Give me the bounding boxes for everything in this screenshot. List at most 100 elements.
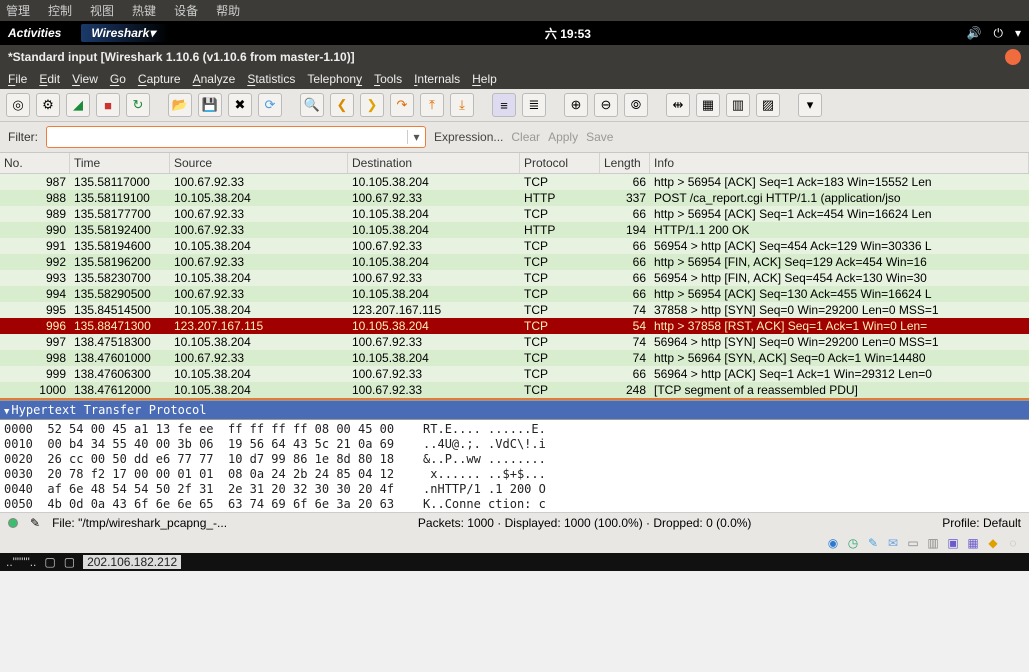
start-capture-button[interactable]: ◢ xyxy=(66,93,90,117)
options-button[interactable]: ⚙ xyxy=(36,93,60,117)
coloring-rules-button[interactable]: ▨ xyxy=(756,93,780,117)
app-indicator[interactable]: Wireshark▾ xyxy=(81,24,169,42)
col-destination[interactable]: Destination xyxy=(348,153,520,173)
menu-edit[interactable]: Edit xyxy=(39,72,60,86)
menu-telephony[interactable]: Telephony xyxy=(307,72,362,86)
toolbar-overflow[interactable]: ▾ xyxy=(798,93,822,117)
menu-help[interactable]: Help xyxy=(472,72,497,86)
zoom-in-button[interactable]: ⊕ xyxy=(564,93,588,117)
packet-details-protocol[interactable]: Hypertext Transfer Protocol xyxy=(0,400,1029,420)
col-length[interactable]: Length xyxy=(600,153,650,173)
zoom-out-button[interactable]: ⊖ xyxy=(594,93,618,117)
tray-icon[interactable]: ◌ xyxy=(1005,535,1021,551)
tray-icon[interactable]: ✎ xyxy=(865,535,881,551)
filter-dropdown-icon[interactable]: ▾ xyxy=(407,130,425,144)
menu-tools[interactable]: Tools xyxy=(374,72,402,86)
col-source[interactable]: Source xyxy=(170,153,348,173)
packet-row[interactable]: 994135.58290500100.67.92.3310.105.38.204… xyxy=(0,286,1029,302)
packet-row[interactable]: 997138.4751830010.105.38.204100.67.92.33… xyxy=(0,334,1029,350)
tray-icon[interactable]: ▣ xyxy=(945,535,961,551)
packet-row[interactable]: 989135.58177700100.67.92.3310.105.38.204… xyxy=(0,206,1029,222)
packet-row[interactable]: 990135.58192400100.67.92.3310.105.38.204… xyxy=(0,222,1029,238)
menu-capture[interactable]: Capture xyxy=(138,72,181,86)
packet-bytes-pane[interactable]: 0000 52 54 00 45 a1 13 fe ee ff ff ff ff… xyxy=(0,420,1029,512)
close-file-button[interactable]: ✖ xyxy=(228,93,252,117)
find-button[interactable]: 🔍 xyxy=(300,93,324,117)
col-protocol[interactable]: Protocol xyxy=(520,153,600,173)
clear-button[interactable]: Clear xyxy=(511,130,540,144)
go-last-button[interactable]: ⤓ xyxy=(450,93,474,117)
resize-columns-button[interactable]: ⇹ xyxy=(666,93,690,117)
host-menu-item[interactable]: 视图 xyxy=(90,2,114,19)
status-profile[interactable]: Profile: Default xyxy=(942,516,1021,530)
system-menu-chevron-icon[interactable]: ▾ xyxy=(1015,26,1021,40)
filter-input[interactable] xyxy=(47,128,407,146)
packet-row[interactable]: 992135.58196200100.67.92.3310.105.38.204… xyxy=(0,254,1029,270)
tray-icon[interactable]: ◉ xyxy=(825,535,841,551)
packet-row[interactable]: 995135.8451450010.105.38.204123.207.167.… xyxy=(0,302,1029,318)
autoscroll-button[interactable]: ≣ xyxy=(522,93,546,117)
col-time[interactable]: Time xyxy=(70,153,170,173)
tray-icon[interactable]: ✉ xyxy=(885,535,901,551)
reload-button[interactable]: ⟳ xyxy=(258,93,282,117)
expert-info-led-icon[interactable] xyxy=(8,518,18,528)
menu-statistics[interactable]: Statistics xyxy=(247,72,295,86)
menu-internals[interactable]: Internals xyxy=(414,72,460,86)
sound-icon[interactable]: 🔊 xyxy=(967,26,982,40)
apply-button[interactable]: Apply xyxy=(548,130,578,144)
packet-row[interactable]: 991135.5819460010.105.38.204100.67.92.33… xyxy=(0,238,1029,254)
packet-row[interactable]: 1000138.4761200010.105.38.204100.67.92.3… xyxy=(0,382,1029,398)
packet-row[interactable]: 996135.88471300123.207.167.11510.105.38.… xyxy=(0,318,1029,334)
host-menu-item[interactable]: 帮助 xyxy=(216,2,240,19)
packet-row[interactable]: 998138.47601000100.67.92.3310.105.38.204… xyxy=(0,350,1029,366)
tray-icon[interactable]: ▭ xyxy=(905,535,921,551)
tray-icon[interactable]: ◆ xyxy=(985,535,1001,551)
packet-row[interactable]: 987135.58117000100.67.92.3310.105.38.204… xyxy=(0,174,1029,190)
display-filters-button[interactable]: ▥ xyxy=(726,93,750,117)
tray-icon[interactable]: ▥ xyxy=(925,535,941,551)
packet-row[interactable]: 988135.5811910010.105.38.204100.67.92.33… xyxy=(0,190,1029,206)
taskbar-dots: .."""".. xyxy=(6,555,36,569)
expression-button[interactable]: Expression... xyxy=(434,130,503,144)
host-menu-item[interactable]: 控制 xyxy=(48,2,72,19)
packet-row[interactable]: 993135.5823070010.105.38.204100.67.92.33… xyxy=(0,270,1029,286)
interfaces-button[interactable]: ◎ xyxy=(6,93,30,117)
host-menu-item[interactable]: 管理 xyxy=(6,2,30,19)
activities-button[interactable]: Activities xyxy=(8,26,61,40)
edit-icon[interactable]: ✎ xyxy=(30,516,40,530)
host-menu-item[interactable]: 设备 xyxy=(174,2,198,19)
col-info[interactable]: Info xyxy=(650,153,1029,173)
packet-row[interactable]: 999138.4760630010.105.38.204100.67.92.33… xyxy=(0,366,1029,382)
menu-analyze[interactable]: Analyze xyxy=(193,72,236,86)
save-filter-button[interactable]: Save xyxy=(586,130,613,144)
zoom-reset-button[interactable]: ⦾ xyxy=(624,93,648,117)
taskbar-ip[interactable]: 202.106.182.212 xyxy=(83,555,181,569)
restart-capture-button[interactable]: ↻ xyxy=(126,93,150,117)
menu-file[interactable]: File xyxy=(8,72,27,86)
tray-icon[interactable]: ◷ xyxy=(845,535,861,551)
go-first-button[interactable]: ⤒ xyxy=(420,93,444,117)
jump-button[interactable]: ↷ xyxy=(390,93,414,117)
app-menubar: File Edit View Go Capture Analyze Statis… xyxy=(0,69,1029,89)
open-file-button[interactable]: 📂 xyxy=(168,93,192,117)
packet-list-header[interactable]: No. Time Source Destination Protocol Len… xyxy=(0,153,1029,174)
go-forward-button[interactable]: ❯ xyxy=(360,93,384,117)
capture-filters-button[interactable]: ▦ xyxy=(696,93,720,117)
taskbar-window-icon[interactable]: ▢ xyxy=(44,555,55,569)
go-back-button[interactable]: ❮ xyxy=(330,93,354,117)
tray-icon[interactable]: ▦ xyxy=(965,535,981,551)
packet-list[interactable]: No. Time Source Destination Protocol Len… xyxy=(0,153,1029,400)
host-menu-item[interactable]: 热键 xyxy=(132,2,156,19)
clock[interactable]: 六 19:53 xyxy=(169,25,966,42)
window-titlebar[interactable]: *Standard input [Wireshark 1.10.6 (v1.10… xyxy=(0,45,1029,69)
colorize-button[interactable]: ≡ xyxy=(492,93,516,117)
save-file-button[interactable]: 💾 xyxy=(198,93,222,117)
window-close-button[interactable] xyxy=(1005,49,1021,65)
menu-view[interactable]: View xyxy=(72,72,98,86)
power-icon[interactable]: ⏻ xyxy=(993,26,1003,41)
stop-capture-button[interactable]: ■ xyxy=(96,93,120,117)
filter-combobox[interactable]: ▾ xyxy=(46,126,426,148)
taskbar-window-icon[interactable]: ▢ xyxy=(64,555,75,569)
col-no[interactable]: No. xyxy=(0,153,70,173)
menu-go[interactable]: Go xyxy=(110,72,126,86)
